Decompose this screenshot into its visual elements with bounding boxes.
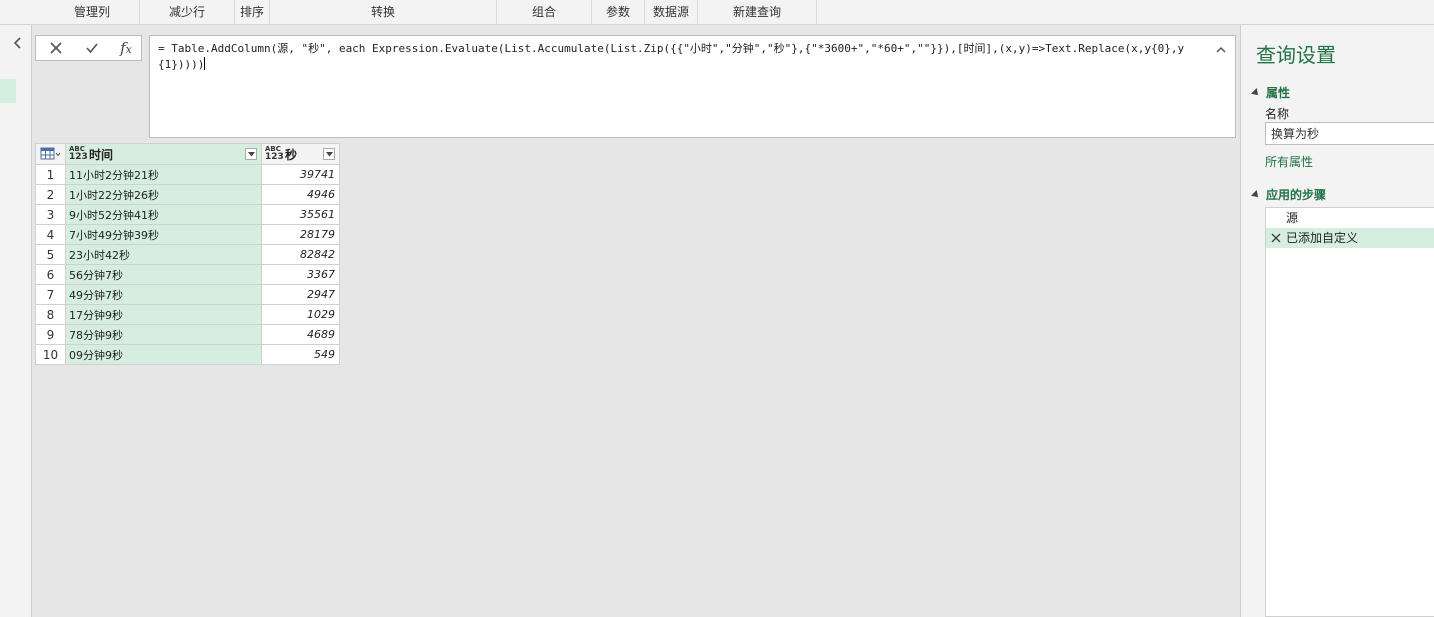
properties-section-header[interactable]: 属性 xyxy=(1251,84,1290,101)
table-row[interactable]: 9 78分钟9秒 4689 xyxy=(35,324,340,345)
cell-time[interactable]: 23小时42秒 xyxy=(65,244,262,265)
table-row[interactable]: 10 09分钟9秒 549 xyxy=(35,344,340,365)
table-row[interactable]: 1 11小时2分钟21秒 39741 xyxy=(35,164,340,185)
expand-triangle-icon xyxy=(1251,190,1261,200)
table-menu-corner[interactable] xyxy=(35,143,66,165)
cancel-formula-button[interactable] xyxy=(38,36,74,60)
row-number: 10 xyxy=(35,344,66,365)
column-filter-dropdown[interactable] xyxy=(323,148,335,160)
table-row[interactable]: 8 17分钟9秒 1029 xyxy=(35,304,340,325)
row-number: 4 xyxy=(35,224,66,245)
any-type-icon[interactable]: ABC 123 xyxy=(265,146,284,162)
cell-seconds[interactable]: 4689 xyxy=(261,324,340,345)
ribbon-group-parameters[interactable]: 参数 xyxy=(592,0,645,24)
cell-seconds[interactable]: 4946 xyxy=(261,184,340,205)
table-row[interactable]: 6 56分钟7秒 3367 xyxy=(35,264,340,285)
cell-time[interactable]: 1小时22分钟26秒 xyxy=(65,184,262,205)
formula-editor[interactable]: = Table.AddColumn(源, "秒", each Expressio… xyxy=(149,35,1236,138)
delete-step-icon[interactable] xyxy=(1271,233,1281,243)
column-name: 秒 xyxy=(285,147,298,162)
column-header-seconds[interactable]: ABC 123 秒 xyxy=(261,143,340,165)
pane-title: 查询设置 xyxy=(1256,43,1336,67)
chevron-down-icon xyxy=(326,152,333,157)
cell-seconds[interactable]: 2947 xyxy=(261,284,340,305)
row-number: 2 xyxy=(35,184,66,205)
chevron-left-icon[interactable] xyxy=(10,35,26,51)
table-row[interactable]: 4 7小时49分钟39秒 28179 xyxy=(35,224,340,245)
cell-time[interactable]: 7小时49分钟39秒 xyxy=(65,224,262,245)
row-number: 3 xyxy=(35,204,66,225)
expand-triangle-icon xyxy=(1251,88,1261,98)
chevron-down-icon xyxy=(248,152,255,157)
cell-seconds[interactable]: 35561 xyxy=(261,204,340,225)
cell-seconds[interactable]: 1029 xyxy=(261,304,340,325)
ribbon-group-combine[interactable]: 组合 xyxy=(497,0,592,24)
checkmark-icon xyxy=(86,43,98,54)
cell-time[interactable]: 17分钟9秒 xyxy=(65,304,262,325)
cell-time[interactable]: 9小时52分钟41秒 xyxy=(65,204,262,225)
query-name-input[interactable]: 换算为秒 xyxy=(1265,122,1434,145)
selected-query-indicator xyxy=(0,79,16,103)
cell-seconds[interactable]: 39741 xyxy=(261,164,340,185)
cell-seconds[interactable]: 82842 xyxy=(261,244,340,265)
table-row[interactable]: 3 9小时52分钟41秒 35561 xyxy=(35,204,340,225)
row-number: 6 xyxy=(35,264,66,285)
query-settings-pane: 查询设置 属性 名称 换算为秒 所有属性 应用的步骤 源 已添加自定义 xyxy=(1240,25,1434,617)
text-caret xyxy=(204,57,206,70)
table-row[interactable]: 5 23小时42秒 82842 xyxy=(35,244,340,265)
row-number: 8 xyxy=(35,304,66,325)
cell-time[interactable]: 49分钟7秒 xyxy=(65,284,262,305)
table-row[interactable]: 7 49分钟7秒 2947 xyxy=(35,284,340,305)
column-filter-dropdown[interactable] xyxy=(245,148,257,160)
chevron-up-icon[interactable] xyxy=(1215,44,1227,56)
cell-time[interactable]: 56分钟7秒 xyxy=(65,264,262,285)
applied-steps-header[interactable]: 应用的步骤 xyxy=(1251,186,1326,203)
formula-text: = Table.AddColumn(源, "秒", each Expressio… xyxy=(158,42,1185,71)
row-number: 9 xyxy=(35,324,66,345)
formula-buttons: fx xyxy=(35,35,142,61)
cell-seconds[interactable]: 28179 xyxy=(261,224,340,245)
data-preview-table: ABC 123 时间 ABC 123 秒 1 11小时2分钟21秒 39741 2 1小时22… xyxy=(35,143,340,365)
function-fx-icon: fx xyxy=(120,39,132,57)
step-source[interactable]: 源 xyxy=(1266,208,1434,228)
queries-pane-collapsed xyxy=(0,25,32,617)
cell-seconds[interactable]: 549 xyxy=(261,344,340,365)
insert-function-button[interactable]: fx xyxy=(108,36,144,60)
row-number: 7 xyxy=(35,284,66,305)
step-added-custom[interactable]: 已添加自定义 xyxy=(1266,228,1434,248)
ribbon-group-sort[interactable]: 排序 xyxy=(235,0,270,24)
ribbon-group-reduce-rows[interactable]: 减少行 xyxy=(140,0,235,24)
ribbon-group-data-source[interactable]: 数据源 xyxy=(645,0,698,24)
ribbon-group-manage-columns[interactable]: 管理列 xyxy=(45,0,140,24)
table-row[interactable]: 2 1小时22分钟26秒 4946 xyxy=(35,184,340,205)
applied-steps-list: 源 已添加自定义 xyxy=(1265,207,1434,617)
confirm-formula-button[interactable] xyxy=(74,36,110,60)
ribbon: 管理列 减少行 排序 转换 组合 参数 数据源 新建查询 xyxy=(0,0,1434,25)
row-number: 1 xyxy=(35,164,66,185)
table-icon xyxy=(40,147,61,160)
any-type-icon[interactable]: ABC 123 xyxy=(69,146,88,162)
name-label: 名称 xyxy=(1265,107,1290,121)
cell-time[interactable]: 09分钟9秒 xyxy=(65,344,262,365)
ribbon-group-transform[interactable]: 转换 xyxy=(270,0,497,24)
cell-time[interactable]: 78分钟9秒 xyxy=(65,324,262,345)
column-header-time[interactable]: ABC 123 时间 xyxy=(65,143,262,165)
cell-time[interactable]: 11小时2分钟21秒 xyxy=(65,164,262,185)
close-icon xyxy=(50,42,62,54)
ribbon-group-new-query[interactable]: 新建查询 xyxy=(698,0,817,24)
all-properties-link[interactable]: 所有属性 xyxy=(1265,153,1313,170)
cell-seconds[interactable]: 3367 xyxy=(261,264,340,285)
column-name: 时间 xyxy=(89,147,114,162)
row-number: 5 xyxy=(35,244,66,265)
